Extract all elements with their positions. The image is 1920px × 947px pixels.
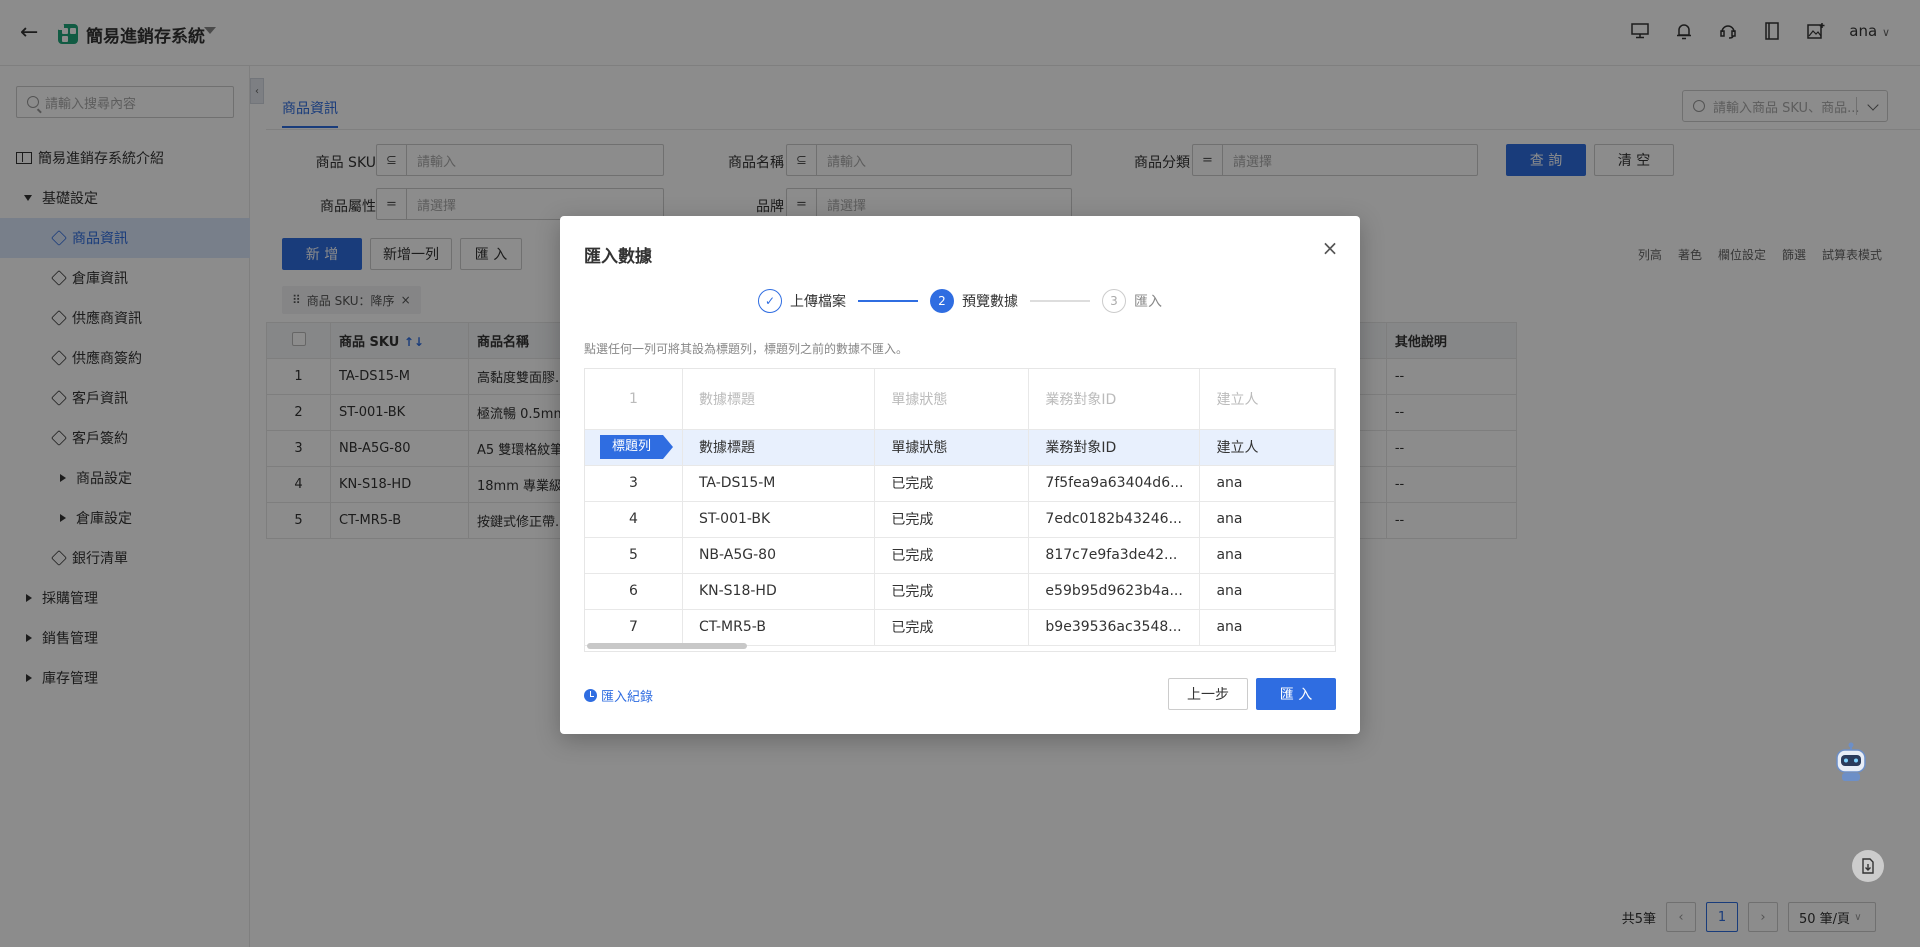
step-label-preview: 預覽數據	[962, 294, 1018, 310]
horizontal-scrollbar[interactable]	[587, 643, 747, 649]
step-label-upload: 上傳檔案	[790, 294, 846, 310]
preview-row[interactable]: 1 數據標題 單據狀態 業務對象ID 建立人	[585, 369, 1335, 430]
confirm-import-button[interactable]: 匯 入	[1256, 678, 1336, 710]
preview-cell: 數據標題	[682, 429, 876, 466]
import-log-label: 匯入紀錄	[601, 690, 654, 705]
import-data-dialog: 匯入數據 × ✓ 上傳檔案 2 預覽數據 3 匯入 點選任何一列可將其設為標題列…	[560, 216, 1360, 734]
preview-hint: 點選任何一列可將其設為標題列，標題列之前的數據不匯入。	[584, 342, 909, 356]
step-label-import: 匯入	[1134, 294, 1162, 310]
preview-cell: ana	[1199, 465, 1335, 502]
preview-row[interactable]: 7 CT-MR5-B 已完成 b9e39536ac3548... ana	[585, 609, 1335, 646]
previous-step-button[interactable]: 上一步	[1168, 678, 1248, 710]
preview-cell: b9e39536ac3548...	[1028, 609, 1201, 646]
preview-cell: 已完成	[874, 537, 1030, 574]
preview-cell: 已完成	[874, 465, 1030, 502]
preview-cell: 建立人	[1199, 429, 1335, 466]
row-number: 5	[585, 537, 683, 574]
preview-cell: 已完成	[874, 573, 1030, 610]
header-row-flag-cell: 標題列	[585, 429, 683, 466]
check-icon: ✓	[758, 289, 782, 313]
preview-cell: 817c7e9fa3de42...	[1028, 537, 1201, 574]
preview-cell: 單據狀態	[874, 429, 1030, 466]
clock-icon	[584, 689, 597, 702]
import-steps: ✓ 上傳檔案 2 預覽數據 3 匯入	[758, 288, 1162, 314]
row-number: 3	[585, 465, 683, 502]
import-log-link[interactable]: 匯入紀錄	[584, 686, 653, 705]
preview-cell: CT-MR5-B	[682, 609, 876, 646]
preview-cell: 7f5fea9a63404d6...	[1028, 465, 1201, 502]
preview-cell: 業務對象ID	[1028, 429, 1201, 466]
row-number: 1	[585, 369, 683, 430]
document-float-icon[interactable]	[1852, 850, 1884, 882]
preview-table-container[interactable]: 1 數據標題 單據狀態 業務對象ID 建立人 標題列 數據標題 單據狀態 業務對…	[584, 368, 1336, 652]
dialog-title: 匯入數據	[584, 247, 652, 267]
preview-table: 1 數據標題 單據狀態 業務對象ID 建立人 標題列 數據標題 單據狀態 業務對…	[585, 369, 1335, 646]
preview-header-row[interactable]: 標題列 數據標題 單據狀態 業務對象ID 建立人	[585, 429, 1335, 466]
preview-cell: NB-A5G-80	[682, 537, 876, 574]
row-number: 4	[585, 501, 683, 538]
preview-cell: 已完成	[874, 609, 1030, 646]
header-row-flag: 標題列	[599, 435, 674, 459]
preview-cell: ana	[1199, 609, 1335, 646]
preview-row[interactable]: 4 ST-001-BK 已完成 7edc0182b43246... ana	[585, 501, 1335, 538]
row-number: 7	[585, 609, 683, 646]
preview-cell: 單據狀態	[874, 369, 1030, 430]
preview-cell: 建立人	[1199, 369, 1335, 430]
preview-cell: ana	[1199, 537, 1335, 574]
preview-row[interactable]: 6 KN-S18-HD 已完成 e59b95d9623b4a... ana	[585, 573, 1335, 610]
robot-assistant-icon[interactable]	[1830, 742, 1872, 784]
preview-cell: TA-DS15-M	[682, 465, 876, 502]
preview-cell: 業務對象ID	[1028, 369, 1201, 430]
preview-cell: 已完成	[874, 501, 1030, 538]
preview-cell: ana	[1199, 501, 1335, 538]
preview-row[interactable]: 5 NB-A5G-80 已完成 817c7e9fa3de42... ana	[585, 537, 1335, 574]
preview-cell: ST-001-BK	[682, 501, 876, 538]
preview-cell: ana	[1199, 573, 1335, 610]
preview-cell: e59b95d9623b4a...	[1028, 573, 1201, 610]
step-number-preview: 2	[930, 289, 954, 313]
preview-cell: 數據標題	[682, 369, 876, 430]
preview-row[interactable]: 3 TA-DS15-M 已完成 7f5fea9a63404d6... ana	[585, 465, 1335, 502]
step-number-import: 3	[1102, 289, 1126, 313]
preview-cell: 7edc0182b43246...	[1028, 501, 1201, 538]
step-connector	[858, 300, 918, 302]
row-number: 6	[585, 573, 683, 610]
step-connector	[1030, 300, 1090, 302]
preview-cell: KN-S18-HD	[682, 573, 876, 610]
close-icon[interactable]: ×	[1320, 238, 1340, 258]
